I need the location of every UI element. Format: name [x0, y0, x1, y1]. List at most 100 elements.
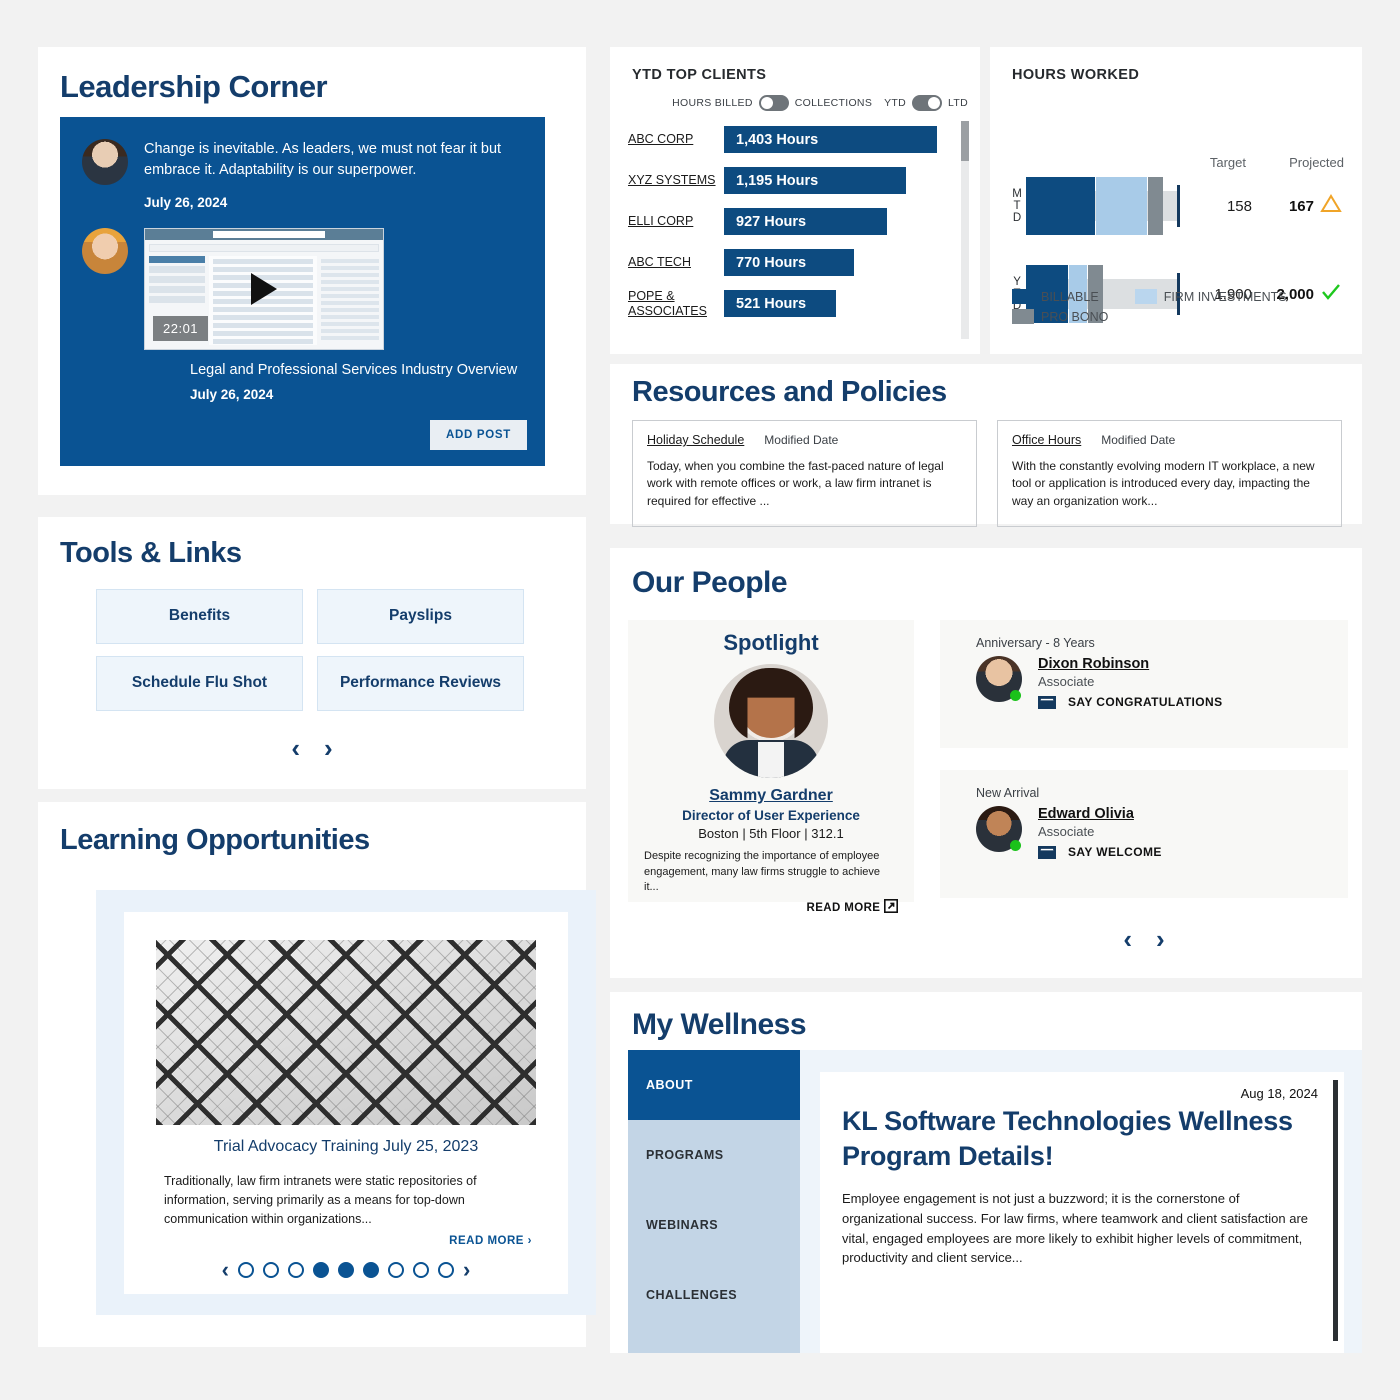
avatar-presenter: [82, 228, 128, 275]
presence-online-icon: [1010, 840, 1021, 851]
hours-worked-legend: BILLABLE FIRM INVESTMENTS PRO BONO: [1012, 289, 1287, 329]
thumb-topbar: [145, 229, 383, 241]
spotlight-body: Despite recognizing the importance of em…: [644, 850, 881, 894]
leadership-feed: Change is inevitable. As leaders, we mus…: [60, 117, 545, 466]
learning-opportunities-panel: Learning Opportunities Trial Advocacy Tr…: [38, 802, 596, 1347]
spotlight-read-more-link[interactable]: READ MORE: [628, 896, 914, 914]
tool-link-flu-shot[interactable]: Schedule Flu Shot: [96, 656, 303, 711]
carousel-dot[interactable]: [263, 1262, 279, 1278]
toggle-label-ltd: LTD: [948, 97, 968, 109]
carousel-dot[interactable]: [438, 1262, 454, 1278]
page-title-wellness: My Wellness: [632, 1008, 807, 1041]
spotlight-role: Director of User Experience: [682, 808, 860, 823]
bar-segment-billable: [1026, 177, 1096, 235]
avatar-dixon-robinson: [976, 656, 1022, 702]
external-link-icon: [884, 898, 898, 914]
learning-carousel: Trial Advocacy Training July 25, 2023 Tr…: [96, 890, 596, 1315]
add-post-button[interactable]: ADD POST: [429, 420, 527, 450]
our-people-panel: Our People Spotlight Sammy Gardner Direc…: [610, 548, 1362, 978]
projected-value-mtd: 167: [1288, 197, 1314, 215]
panel-title-ytd-clients: YTD TOP CLIENTS: [632, 67, 767, 83]
client-name-link[interactable]: POPE & ASSOCIATES: [628, 289, 724, 318]
say-welcome-label: SAY WELCOME: [1068, 845, 1162, 859]
resource-card-office-hours: Office Hours Modified Date With the cons…: [997, 420, 1342, 528]
target-value-mtd: 158: [1226, 197, 1252, 215]
client-hours-bar: 1,403 Hours: [724, 126, 937, 153]
article-scrollbar[interactable]: [1333, 1080, 1338, 1341]
resource-card-holiday-schedule: Holiday Schedule Modified Date Today, wh…: [632, 420, 977, 528]
my-wellness-panel: My Wellness ABOUT PROGRAMS WEBINARS CHAL…: [610, 992, 1362, 1353]
client-name-link[interactable]: XYZ SYSTEMS: [628, 173, 724, 187]
leadership-video-post: 22:01: [60, 210, 545, 351]
hours-bullet-chart-mtd: [1026, 177, 1181, 235]
carousel-dot-active[interactable]: [313, 1262, 329, 1278]
wellness-content: ABOUT PROGRAMS WEBINARS CHALLENGES Aug 1…: [628, 1050, 1362, 1353]
chevron-right-icon[interactable]: ›: [463, 1259, 470, 1281]
carousel-dot[interactable]: [388, 1262, 404, 1278]
tools-carousel-nav: ‹ ›: [38, 735, 586, 761]
hours-row-label-mtd: MTD: [1012, 187, 1022, 225]
legend-label-pro-bono: PRO BONO: [1041, 309, 1109, 324]
resource-link-holiday-schedule[interactable]: Holiday Schedule: [647, 433, 744, 447]
tool-link-performance-reviews[interactable]: Performance Reviews: [317, 656, 524, 711]
tab-challenges[interactable]: CHALLENGES: [628, 1260, 800, 1330]
resource-card-body: Today, when you combine the fast-paced n…: [647, 459, 944, 508]
tab-about[interactable]: ABOUT: [628, 1050, 800, 1120]
video-thumbnail[interactable]: 22:01: [144, 228, 384, 351]
people-name-link[interactable]: Edward Olivia: [1038, 806, 1162, 822]
leadership-quote-date: July 26, 2024: [144, 195, 228, 211]
avatar-spotlight: [714, 664, 828, 778]
play-icon[interactable]: [251, 273, 277, 306]
spotlight-card: Spotlight Sammy Gardner Director of User…: [628, 620, 914, 914]
tool-link-benefits[interactable]: Benefits: [96, 589, 303, 644]
legend-row-2: PRO BONO: [1012, 309, 1287, 324]
thumb-searchbar: [213, 231, 325, 239]
learning-card-body: Traditionally, law firm intranets were s…: [164, 1174, 477, 1226]
toggle-ytd-ltd[interactable]: [912, 95, 943, 111]
chevron-left-icon[interactable]: ‹: [1123, 926, 1132, 952]
carousel-dot[interactable]: [238, 1262, 254, 1278]
client-name-link[interactable]: ABC TECH: [628, 255, 724, 269]
resource-link-office-hours[interactable]: Office Hours: [1012, 433, 1081, 447]
say-welcome-button[interactable]: SAY WELCOME: [1038, 845, 1162, 859]
client-hours-bar: 770 Hours: [724, 249, 854, 276]
carousel-dot[interactable]: [288, 1262, 304, 1278]
carousel-dot[interactable]: [413, 1262, 429, 1278]
read-more-label: READ MORE: [449, 1235, 524, 1247]
carousel-dot-active[interactable]: [338, 1262, 354, 1278]
check-mark-svg: [1322, 283, 1340, 300]
panel-title-hours-worked: HOURS WORKED: [1012, 67, 1140, 83]
chevron-right-icon[interactable]: ›: [1156, 926, 1165, 952]
tab-programs[interactable]: PROGRAMS: [628, 1120, 800, 1190]
learning-read-more-link[interactable]: READ MORE ›: [449, 1235, 532, 1247]
say-congratulations-button[interactable]: SAY CONGRATULATIONS: [1038, 695, 1223, 709]
carousel-dot-active[interactable]: [363, 1262, 379, 1278]
legend-swatch-billable: [1012, 289, 1034, 304]
spotlight-heading: Spotlight: [723, 630, 819, 655]
chevron-left-icon[interactable]: ‹: [222, 1259, 229, 1281]
say-congratulations-label: SAY CONGRATULATIONS: [1068, 695, 1223, 709]
client-name-link[interactable]: ELLI CORP: [628, 214, 724, 228]
hours-worked-column-headers: Target Projected: [1184, 155, 1344, 170]
scrollbar-thumb[interactable]: [961, 121, 969, 161]
learning-card-image: [156, 940, 536, 1125]
wellness-article-card: Aug 18, 2024 KL Software Technologies We…: [820, 1072, 1344, 1353]
people-card-row: Edward Olivia Associate SAY WELCOME: [940, 800, 1348, 859]
people-name-link[interactable]: Dixon Robinson: [1038, 656, 1223, 672]
resource-card-header: Holiday Schedule Modified Date: [647, 433, 962, 447]
chevron-right-icon[interactable]: ›: [324, 735, 333, 761]
tool-link-payslips[interactable]: Payslips: [317, 589, 524, 644]
people-carousel-nav: ‹ ›: [940, 926, 1348, 952]
toggle-hours-billed-collections[interactable]: [758, 95, 789, 111]
target-marker: [1177, 185, 1181, 227]
tab-webinars[interactable]: WEBINARS: [628, 1190, 800, 1260]
video-caption: Legal and Professional Services Industry…: [190, 362, 518, 379]
table-row: XYZ SYSTEMS 1,195 Hours: [628, 160, 952, 201]
legend-row-1: BILLABLE FIRM INVESTMENTS: [1012, 289, 1287, 304]
spotlight-name-link[interactable]: Sammy Gardner: [628, 787, 914, 805]
client-name-link[interactable]: ABC CORP: [628, 132, 724, 146]
ytd-scrollbar[interactable]: [961, 121, 969, 339]
leadership-corner-panel: Leadership Corner Change is inevitable. …: [38, 47, 586, 495]
hours-values-mtd: 158 167: [1190, 193, 1348, 219]
chevron-left-icon[interactable]: ‹: [291, 735, 300, 761]
